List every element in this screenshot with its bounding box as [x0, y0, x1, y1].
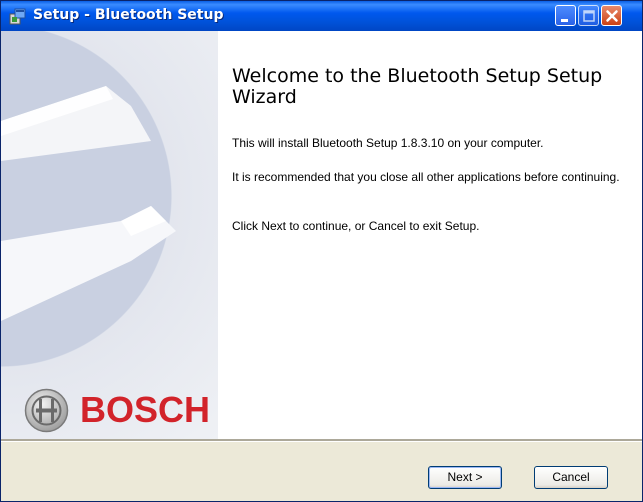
wizard-sidebar: BOSCH: [1, 31, 218, 439]
minimize-icon: [561, 19, 568, 22]
minimize-button[interactable]: [555, 5, 576, 26]
wizard-footer: Next > Cancel: [1, 442, 642, 501]
close-icon: [606, 10, 618, 22]
maximize-icon: [583, 10, 595, 22]
instruction-text: Click Next to continue, or Cancel to exi…: [232, 219, 480, 233]
install-info-text: This will install Bluetooth Setup 1.8.3.…: [232, 136, 544, 150]
bosch-brand: BOSCH: [80, 389, 211, 430]
setup-app-icon: [9, 8, 26, 25]
next-button[interactable]: Next >: [428, 466, 502, 489]
sidebar-graphic: [1, 86, 176, 321]
close-button[interactable]: [601, 5, 622, 26]
setup-window: Setup - Bluetooth Setup BOSCH Welcome to…: [0, 0, 643, 502]
maximize-button[interactable]: [578, 5, 599, 26]
window-title: Setup - Bluetooth Setup: [33, 7, 224, 23]
cancel-button[interactable]: Cancel: [534, 466, 608, 489]
bosch-logo-icon: [24, 388, 69, 433]
recommendation-text: It is recommended that you close all oth…: [232, 170, 620, 184]
wizard-client: BOSCH Welcome to the Bluetooth Setup Set…: [1, 31, 642, 501]
title-bar[interactable]: Setup - Bluetooth Setup: [1, 1, 642, 31]
wizard-content: Welcome to the Bluetooth Setup Setup Wiz…: [218, 31, 642, 439]
welcome-heading: Welcome to the Bluetooth Setup Setup Wiz…: [232, 65, 603, 108]
